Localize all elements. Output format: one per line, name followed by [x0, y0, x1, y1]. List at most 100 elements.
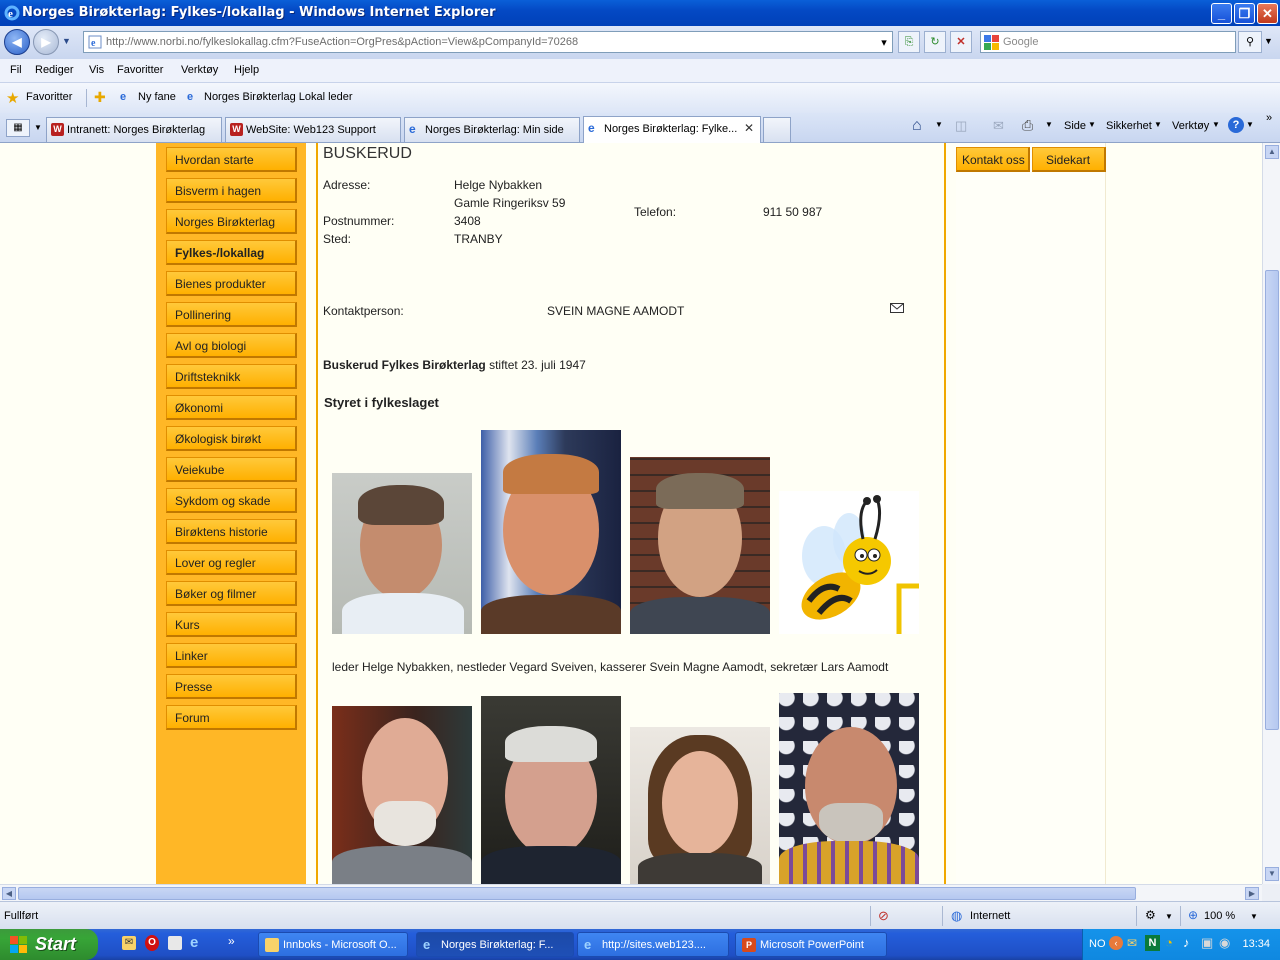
home-dropdown-icon[interactable]: ▼: [935, 120, 943, 129]
task-ie-norbi[interactable]: e Norges Birøkterlag: F...: [416, 932, 574, 957]
nav-avl-og-biologi[interactable]: Avl og biologi: [166, 333, 297, 358]
tray-security-icon[interactable]: ◉: [1219, 935, 1230, 951]
compat-view-icon[interactable]: ⎘: [898, 31, 920, 53]
nav-boker-og-filmer[interactable]: Bøker og filmer: [166, 581, 297, 606]
task-ie-web123[interactable]: e http://sites.web123....: [577, 932, 729, 957]
task-powerpoint[interactable]: P Microsoft PowerPoint: [735, 932, 887, 957]
zoom-level[interactable]: 100 %: [1204, 910, 1235, 922]
horizontal-scrollbar[interactable]: ◀ ▶: [0, 884, 1262, 901]
stop-icon[interactable]: ✕: [950, 31, 972, 53]
chevron-down-icon[interactable]: ▼: [1165, 912, 1173, 921]
tray-outlook-icon[interactable]: ◔: [1165, 935, 1173, 950]
forward-button[interactable]: ▶: [33, 29, 59, 55]
nav-forum[interactable]: Forum: [166, 705, 297, 730]
feeds-icon[interactable]: ◫: [955, 118, 967, 134]
tab-intranett[interactable]: W Intranett: Norges Birøkterlag: [46, 117, 222, 142]
tray-onenote-icon[interactable]: N: [1145, 935, 1160, 951]
close-button[interactable]: ✕: [1257, 3, 1278, 24]
new-tab-button[interactable]: [763, 117, 791, 142]
nav-pollinering[interactable]: Pollinering: [166, 302, 297, 327]
input-language[interactable]: NO: [1089, 938, 1106, 950]
nav-kurs[interactable]: Kurs: [166, 612, 297, 637]
sitemap-button[interactable]: Sidekart: [1032, 147, 1106, 172]
search-input[interactable]: Google: [980, 31, 1236, 53]
nav-veiekube[interactable]: Veiekube: [166, 457, 297, 482]
close-tab-icon[interactable]: ✕: [744, 121, 754, 135]
help-icon[interactable]: ?: [1228, 117, 1244, 133]
nav-biroktens-historie[interactable]: Birøktens historie: [166, 519, 297, 544]
print-icon[interactable]: ⎙: [1022, 117, 1033, 134]
vertical-scroll-thumb[interactable]: [1265, 270, 1279, 730]
history-dropdown-icon[interactable]: ▼: [62, 36, 71, 46]
nav-fylkes-lokallag[interactable]: Fylkes-/lokallag: [166, 240, 297, 265]
nav-bienes-produkter[interactable]: Bienes produkter: [166, 271, 297, 296]
task-outlook[interactable]: Innboks - Microsoft O...: [258, 932, 408, 957]
nav-bisverm-i-hagen[interactable]: Bisverm i hagen: [166, 178, 297, 203]
vertical-scrollbar[interactable]: ▲ ▼: [1262, 143, 1280, 884]
scroll-down-icon[interactable]: ▼: [1265, 867, 1279, 881]
popup-blocked-icon[interactable]: ⊘: [878, 908, 889, 924]
scroll-right-icon[interactable]: ▶: [1245, 887, 1259, 900]
contact-us-button[interactable]: Kontakt oss: [956, 147, 1030, 172]
cmd-tools[interactable]: Verktøy: [1172, 120, 1209, 132]
cmd-page[interactable]: Side: [1064, 120, 1086, 132]
fav-item-lokal-leder[interactable]: Norges Birøkterlag Lokal leder: [204, 91, 353, 103]
zoom-dropdown-icon[interactable]: ▼: [1250, 912, 1258, 921]
ie-icon: e: [4, 5, 20, 21]
nav-sykdom-og-skade[interactable]: Sykdom og skade: [166, 488, 297, 513]
contact-label: Kontaktperson:: [323, 304, 404, 318]
menu-favorites[interactable]: Favoritter: [117, 64, 163, 76]
refresh-icon[interactable]: ↻: [924, 31, 946, 53]
email-icon[interactable]: [890, 303, 904, 313]
favorites-button[interactable]: Favoritter: [26, 91, 72, 103]
nav-okologisk-birokt[interactable]: Økologisk birøkt: [166, 426, 297, 451]
minimize-button[interactable]: _: [1211, 3, 1232, 24]
quicklaunch-more-icon[interactable]: »: [228, 934, 235, 948]
tray-network-icon[interactable]: ▣: [1201, 935, 1213, 951]
photo-vice-leader: [481, 430, 621, 634]
search-icon[interactable]: ⚲: [1238, 31, 1262, 53]
nav-norges-birokterlag[interactable]: Norges Birøkterlag: [166, 209, 297, 234]
nav-driftsteknikk[interactable]: Driftsteknikk: [166, 364, 297, 389]
fav-item-new-tab[interactable]: Ny fane: [138, 91, 176, 103]
back-button[interactable]: ◀: [4, 29, 30, 55]
nav-lover-og-regler[interactable]: Lover og regler: [166, 550, 297, 575]
opera-icon[interactable]: O: [145, 935, 159, 951]
scroll-up-icon[interactable]: ▲: [1265, 145, 1279, 159]
tray-mail-icon[interactable]: ✉: [1127, 936, 1137, 950]
ie-page-icon: e: [187, 91, 194, 103]
address-bar[interactable]: e http://www.norbi.no/fylkeslokallag.cfm…: [83, 31, 893, 53]
menu-file[interactable]: Fil: [10, 64, 22, 76]
ie-quicklaunch-icon[interactable]: e: [190, 934, 198, 951]
tab-fylkeslokallag[interactable]: e Norges Birøkterlag: Fylke... ✕: [583, 116, 761, 143]
tab-min-side[interactable]: e Norges Birøkterlag: Min side: [404, 117, 580, 142]
maximize-button[interactable]: ❐: [1234, 3, 1255, 24]
tab-website-support[interactable]: W WebSite: Web123 Support: [225, 117, 401, 142]
tab-list-dropdown-icon[interactable]: ▼: [32, 119, 44, 137]
nav-linker[interactable]: Linker: [166, 643, 297, 668]
scroll-left-icon[interactable]: ◀: [2, 887, 16, 900]
menu-view[interactable]: Vis: [89, 64, 104, 76]
outlook-quicklaunch-icon[interactable]: ✉: [122, 936, 136, 950]
tray-volume-icon[interactable]: ♪: [1183, 935, 1190, 950]
address-dropdown-icon[interactable]: ▾: [875, 33, 893, 51]
nav-okonomi[interactable]: Økonomi: [166, 395, 297, 420]
add-favorite-icon[interactable]: ✚: [94, 89, 106, 106]
desktop-icon[interactable]: [168, 936, 182, 950]
more-chevron-icon[interactable]: »: [1266, 112, 1272, 124]
protected-mode-icon[interactable]: ⚙: [1145, 908, 1156, 922]
mail-icon[interactable]: ✉: [993, 118, 1004, 134]
horizontal-scroll-thumb[interactable]: [18, 887, 1136, 900]
menu-tools[interactable]: Verktøy: [181, 64, 218, 76]
nav-presse[interactable]: Presse: [166, 674, 297, 699]
home-icon[interactable]: ⌂: [912, 117, 922, 135]
quick-tabs-icon[interactable]: ▦: [6, 119, 30, 137]
menu-help[interactable]: Hjelp: [234, 64, 259, 76]
nav-hvordan-starte[interactable]: Hvordan starte: [166, 147, 297, 172]
print-dropdown-icon[interactable]: ▼: [1045, 120, 1053, 129]
cmd-security[interactable]: Sikkerhet: [1106, 120, 1152, 132]
search-options-icon[interactable]: ▼: [1264, 36, 1273, 46]
tray-show-hidden-icon[interactable]: ‹: [1109, 936, 1123, 950]
start-button[interactable]: Start: [0, 929, 98, 960]
menu-edit[interactable]: Rediger: [35, 64, 74, 76]
